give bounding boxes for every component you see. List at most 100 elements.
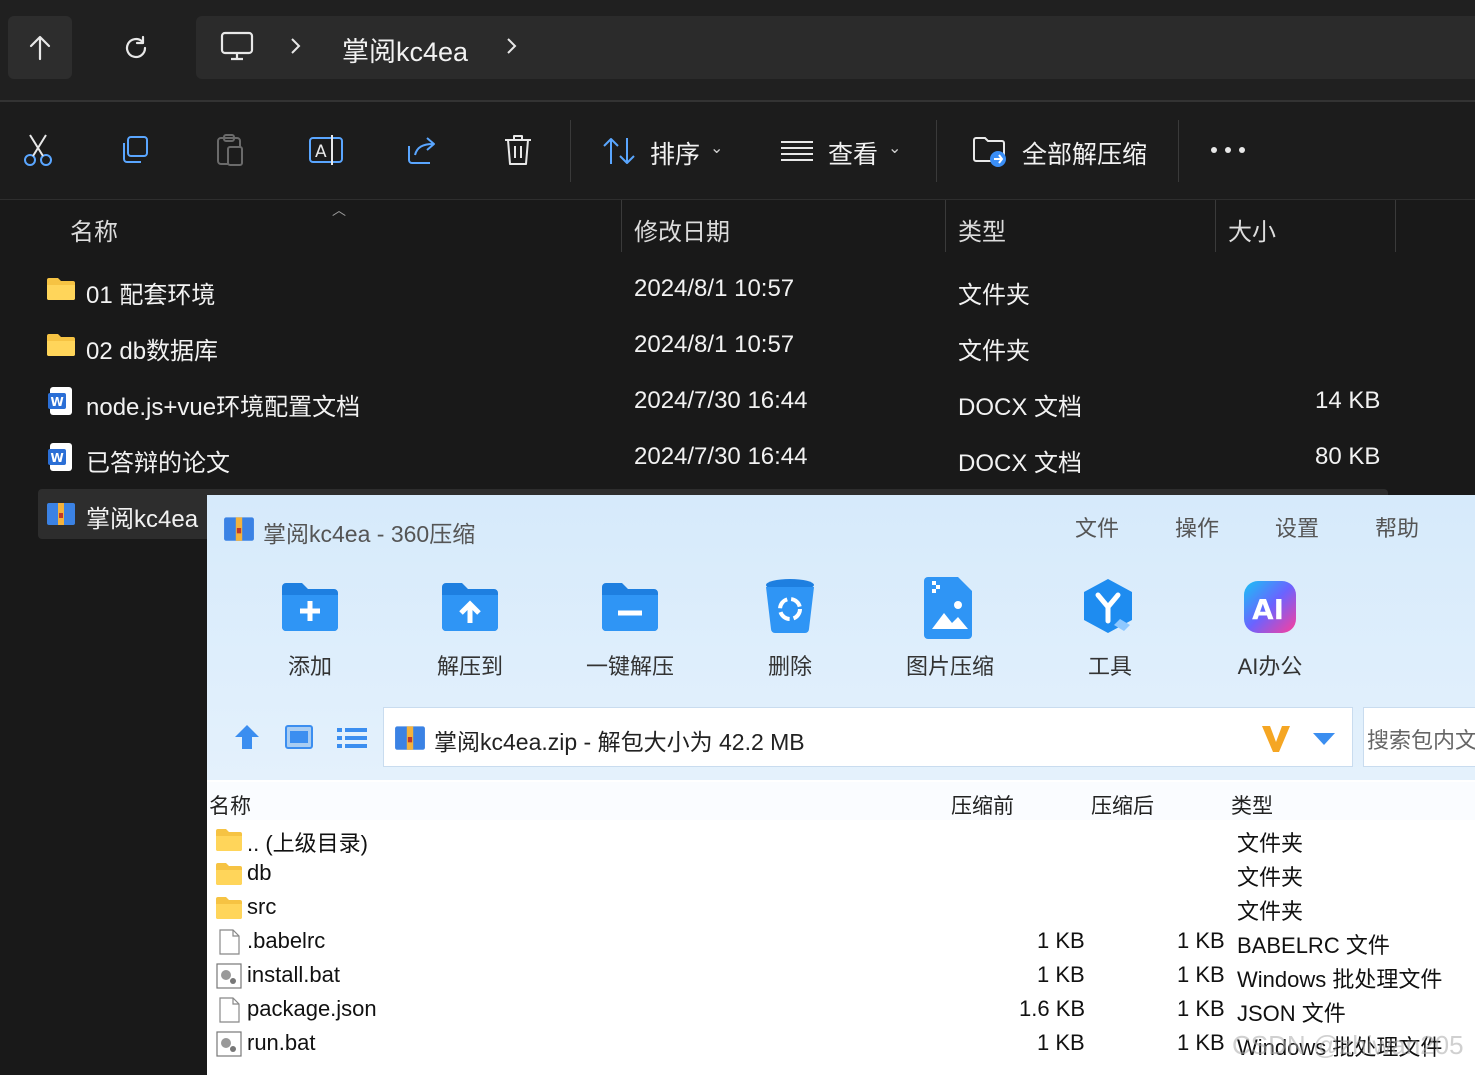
scissors-icon xyxy=(24,134,52,166)
column-divider[interactable] xyxy=(1215,200,1216,252)
sort-arrows-icon xyxy=(603,138,635,164)
archive-item-after: 1 KB xyxy=(1177,1030,1225,1055)
menu-help[interactable]: 帮助 xyxy=(1375,511,1419,543)
file-name: node.js+vue环境配置文档 xyxy=(86,394,361,421)
extract-to-button[interactable]: 解压到 xyxy=(405,575,535,681)
folder-icon xyxy=(216,829,242,851)
delete-button[interactable] xyxy=(500,132,536,168)
ai-office-button[interactable]: AI AI办公 xyxy=(1205,575,1335,681)
file-modified: 2024/8/1 10:57 xyxy=(634,331,795,358)
word-doc-icon: W xyxy=(48,387,72,415)
file-icon xyxy=(219,997,240,1023)
menu-settings[interactable]: 设置 xyxy=(1275,511,1319,543)
chevron-right-icon[interactable] xyxy=(288,36,304,56)
column-header-modified[interactable]: 修改日期 xyxy=(634,212,730,247)
archive-row[interactable]: .. (上级目录) 文件夹 xyxy=(207,824,1475,858)
menu-file[interactable]: 文件 xyxy=(1075,511,1119,543)
column-header-type[interactable]: 类型 xyxy=(1231,790,1273,820)
copy-button[interactable] xyxy=(116,132,152,168)
rename-button[interactable]: A xyxy=(308,132,344,168)
archive-row[interactable]: src 文件夹 xyxy=(207,892,1475,926)
column-header-after[interactable]: 压缩后 xyxy=(1091,790,1154,820)
file-modified: 2024/8/1 10:57 xyxy=(634,275,795,302)
zip-archive-icon xyxy=(47,503,75,525)
delete-label: 删除 xyxy=(767,654,812,679)
archive-row[interactable]: .babelrc 1 KB 1 KB BABELRC 文件 xyxy=(207,926,1475,960)
archive-item-before: 1.6 KB xyxy=(1019,996,1086,1021)
svg-text:A: A xyxy=(315,142,327,162)
delete-archive-button[interactable]: 删除 xyxy=(725,575,855,681)
watermark: CSDN @zhiwan205 xyxy=(1232,1030,1464,1060)
divider xyxy=(1178,120,1179,182)
view-label: 查看 xyxy=(828,141,879,169)
file-row[interactable]: W node.js+vue环境配置文档 2024/7/30 16:44 DOCX… xyxy=(38,377,1388,427)
image-file-icon xyxy=(924,577,972,639)
arrow-up-icon[interactable] xyxy=(233,723,261,751)
zip-window-title: 掌阅kc4ea - 360压缩 xyxy=(263,521,476,547)
column-divider[interactable] xyxy=(621,200,622,252)
archive-item-type: BABELRC 文件 xyxy=(1237,933,1390,958)
refresh-button[interactable] xyxy=(104,16,168,79)
chevron-right-icon[interactable] xyxy=(504,36,520,56)
archive-item-after: 1 KB xyxy=(1177,962,1225,987)
tools-button[interactable]: 工具 xyxy=(1045,575,1175,681)
breadcrumb-current[interactable]: 掌阅kc4ea xyxy=(342,30,468,69)
archive-item-name: package.json xyxy=(247,996,377,1021)
up-button[interactable] xyxy=(8,16,72,79)
paste-button[interactable] xyxy=(212,132,248,168)
archive-search-input[interactable]: 搜索包内文 xyxy=(1363,707,1475,767)
one-click-extract-button[interactable]: 一键解压 xyxy=(565,575,695,681)
list-view-icon[interactable] xyxy=(337,727,367,749)
archive-row[interactable]: install.bat 1 KB 1 KB Windows 批处理文件 xyxy=(207,960,1475,994)
add-button[interactable]: 添加 xyxy=(245,575,375,681)
copy-icon xyxy=(123,136,148,163)
cut-button[interactable] xyxy=(20,132,56,168)
column-divider[interactable] xyxy=(945,200,946,252)
file-size: 14 KB xyxy=(1315,387,1381,414)
column-header-before[interactable]: 压缩前 xyxy=(951,790,1014,820)
thumbnail-view-icon[interactable] xyxy=(285,725,313,749)
file-row[interactable]: W 已答辩的论文 2024/7/30 16:44 DOCX 文档 80 KB xyxy=(38,433,1388,483)
file-type: DOCX 文档 xyxy=(958,394,1083,421)
column-header-name[interactable]: 名称 xyxy=(209,790,251,820)
sort-label: 排序 xyxy=(650,141,701,169)
trash-icon xyxy=(505,135,531,165)
archive-item-name: db xyxy=(247,860,272,885)
menu-operate[interactable]: 操作 xyxy=(1175,511,1219,543)
sort-ascending-icon: ︿ xyxy=(332,202,346,218)
file-row[interactable]: 02 db数据库 2024/8/1 10:57 文件夹 xyxy=(38,321,1388,371)
column-header-type[interactable]: 类型 xyxy=(958,212,1006,247)
dropdown-arrow-icon[interactable] xyxy=(1312,732,1336,746)
file-size: 80 KB xyxy=(1315,443,1381,470)
file-row[interactable]: 01 配套环境 2024/8/1 10:57 文件夹 xyxy=(38,265,1388,315)
archive-item-type: 文件夹 xyxy=(1237,831,1304,856)
tools-label: 工具 xyxy=(1087,654,1132,679)
svg-text:W: W xyxy=(51,451,64,465)
file-type: 文件夹 xyxy=(958,282,1030,309)
archive-item-name: run.bat xyxy=(247,1030,316,1055)
add-folder-icon xyxy=(282,583,338,631)
folder-icon xyxy=(216,863,242,885)
archive-row[interactable]: db 文件夹 xyxy=(207,858,1475,892)
image-compress-label: 图片压缩 xyxy=(905,654,994,679)
more-options-button[interactable] xyxy=(1210,132,1246,168)
column-header-size[interactable]: 大小 xyxy=(1228,212,1276,247)
archive-path-bar[interactable]: 掌阅kc4ea.zip - 解包大小为 42.2 MB xyxy=(383,707,1353,767)
column-divider[interactable] xyxy=(1395,200,1396,252)
share-button[interactable] xyxy=(404,132,440,168)
chevron-down-icon: ⌄ xyxy=(710,140,724,157)
archive-item-name: .. (上级目录) xyxy=(247,831,368,856)
address-bar[interactable]: 掌阅kc4ea xyxy=(196,16,1475,79)
command-bar: A 排序 ⌄ 查看 ⌄ 全部解压缩 xyxy=(0,102,1475,200)
archive-item-name: install.bat xyxy=(247,962,340,987)
file-modified: 2024/7/30 16:44 xyxy=(634,387,808,414)
file-modified: 2024/7/30 16:44 xyxy=(634,443,808,470)
column-header-name[interactable]: 名称 xyxy=(70,212,118,247)
image-compress-button[interactable]: 图片压缩 xyxy=(885,575,1015,681)
divider xyxy=(936,120,937,182)
search-placeholder: 搜索包内文 xyxy=(1367,728,1475,753)
v-logo-icon[interactable] xyxy=(1260,722,1292,754)
zip-window: 掌阅kc4ea - 360压缩 文件 操作 设置 帮助 添加 解压到 一键解压 … xyxy=(207,495,1475,1075)
archive-row[interactable]: package.json 1.6 KB 1 KB JSON 文件 xyxy=(207,994,1475,1028)
divider xyxy=(570,120,571,182)
